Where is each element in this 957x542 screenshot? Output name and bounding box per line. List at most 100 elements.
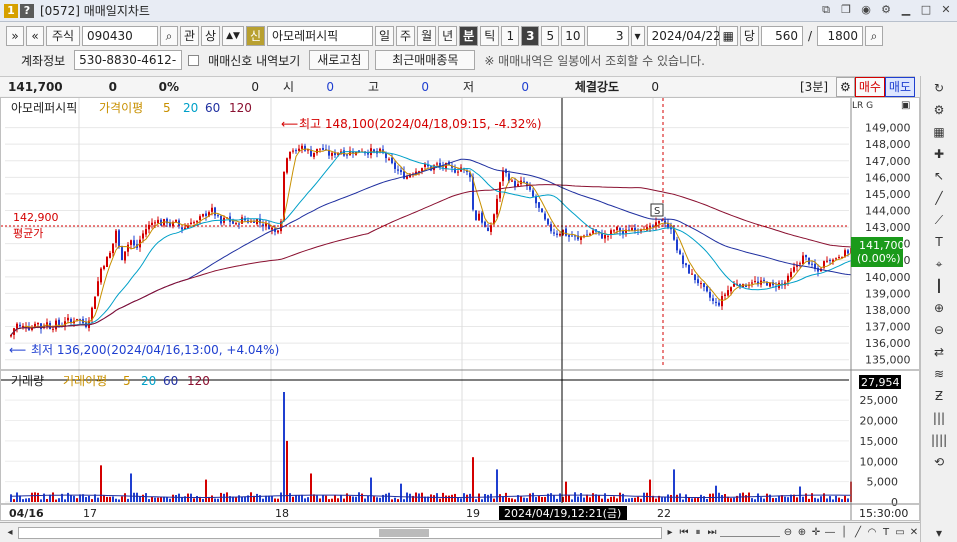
account-select[interactable]: 530-8830-4612- (74, 50, 183, 70)
draw-hline-icon[interactable]: ― (824, 526, 836, 540)
pattern-icon[interactable]: ≋ (931, 366, 947, 383)
indicator-icon[interactable]: ▦ (931, 124, 947, 141)
pause-icon[interactable]: ⏸ (692, 526, 704, 540)
zoom-out-small-icon[interactable]: ⊖ (782, 526, 794, 540)
interval-10[interactable]: 10 (561, 26, 585, 46)
candle-body (127, 244, 129, 252)
search-icon[interactable]: ⌕ (160, 26, 178, 46)
draw-vline-icon[interactable]: │ (838, 526, 850, 540)
sell-button[interactable]: 매도 (884, 76, 915, 97)
trendline-icon[interactable]: ╱ (931, 190, 947, 207)
bars-icon[interactable]: ||| (931, 410, 947, 427)
volume-bar (97, 497, 99, 502)
gear-icon[interactable]: ⚙ (931, 102, 947, 119)
volume-bar (13, 499, 15, 502)
low-label: 저 (462, 80, 474, 94)
buy-button[interactable]: 매수 (854, 76, 885, 97)
visible-count-input[interactable]: 560 (760, 26, 803, 46)
period-minute[interactable]: 분 (459, 26, 479, 46)
watchlist-button[interactable]: 관 (180, 26, 200, 46)
zoom-in-small-icon[interactable]: ⊕ (796, 526, 808, 540)
zoom-in-icon[interactable]: ⊕ (931, 300, 947, 317)
horizontal-scrollbar[interactable] (18, 526, 662, 539)
chart-area[interactable]: 149,000 148,000 147,000 146,000 145,000 144,0… (0, 97, 920, 521)
chevron-down-icon[interactable]: ▾ (630, 26, 645, 46)
volume-bar (682, 499, 684, 502)
compare-icon[interactable]: ⇄ (931, 344, 947, 361)
date-input[interactable]: 2024/04/22 (646, 26, 721, 46)
help-icon[interactable]: ? (20, 3, 34, 18)
scroll-left-icon[interactable]: ◂ (4, 526, 16, 540)
price-tick-label: 143,000 (865, 221, 911, 234)
chart-svg[interactable]: 149,000 148,000 147,000 146,000 145,000 144,0… (1, 98, 919, 520)
volume-bar (133, 492, 135, 502)
volume-bar (598, 495, 600, 502)
zoom-slider[interactable] (720, 529, 780, 537)
refresh-icon[interactable]: ↻ (931, 80, 947, 97)
avg-price-value: 142,900 (13, 211, 59, 224)
columns-icon[interactable]: |||| (931, 432, 947, 449)
x-tick-label: 18 (275, 507, 289, 520)
pane-maximize-icon[interactable]: ▣ (901, 100, 910, 111)
first-page-icon[interactable]: ⏮ (678, 526, 690, 540)
scale-options-icon[interactable]: LR G (852, 101, 873, 111)
maximize-icon[interactable]: □ (919, 3, 933, 17)
expand-icon[interactable]: » (6, 26, 24, 46)
copy-icon[interactable]: ❐ (839, 3, 853, 17)
collapse-icon[interactable]: « (26, 26, 44, 46)
signal-checkbox[interactable] (188, 54, 200, 66)
draw-rect-icon[interactable]: ▭ (894, 526, 906, 540)
minimize-icon[interactable]: ▁ (899, 3, 913, 17)
zoom-search-icon[interactable]: ⌕ (865, 26, 884, 46)
scrollbar-thumb[interactable] (379, 528, 429, 537)
scroll-right-icon[interactable]: ▸ (664, 526, 676, 540)
refresh-button[interactable]: 새로고침 (309, 50, 370, 70)
interval-5[interactable]: 5 (541, 26, 560, 46)
volume-bar (238, 495, 240, 502)
period-tick[interactable]: 틱 (480, 26, 500, 46)
related-button[interactable]: 상 (201, 26, 221, 46)
reset-icon[interactable]: ⟲ (931, 454, 947, 471)
interval-3[interactable]: 3 (521, 26, 540, 46)
today-button[interactable]: 당 (739, 26, 759, 46)
period-week[interactable]: 주 (396, 26, 416, 46)
cursor-icon[interactable]: ↖ (931, 168, 947, 185)
magnet-icon[interactable]: ⌖ (931, 256, 947, 273)
stock-code-input[interactable]: 090430 (82, 26, 158, 46)
draw-cross-icon[interactable]: ✛ (810, 526, 822, 540)
candle-body (394, 162, 396, 169)
candle-type-icon[interactable]: ┃ (931, 278, 947, 295)
chart-settings-icon[interactable]: ⚙ (836, 76, 855, 97)
candle-body (109, 252, 111, 258)
interval-1[interactable]: 1 (501, 26, 520, 46)
calendar-icon[interactable]: ▦ (718, 26, 738, 46)
auto-line-icon[interactable]: ⟋ (931, 212, 947, 229)
total-count-input[interactable]: 1800 (817, 26, 864, 46)
period-month[interactable]: 월 (417, 26, 437, 46)
high-annotation: 최고 148,100(2024/04/18,09:15, -4.32%) (299, 117, 542, 131)
volume-bar (370, 477, 372, 502)
zigzag-icon[interactable]: Ƶ (931, 388, 947, 405)
volume-bar (643, 492, 645, 502)
camera-icon[interactable]: ◉ (859, 3, 873, 17)
period-day[interactable]: 일 (374, 26, 395, 46)
draw-text-icon[interactable]: T (880, 526, 892, 540)
market-select[interactable]: 주식 (46, 26, 80, 46)
candle-body (100, 268, 102, 283)
draw-arc-icon[interactable]: ◠ (866, 526, 878, 540)
recent-stocks-button[interactable]: 최근매매종목 (375, 50, 476, 70)
draw-delete-icon[interactable]: ✕ (908, 526, 920, 540)
draw-trend-icon[interactable]: ╱ (852, 526, 864, 540)
link-icon[interactable]: ⧉ (819, 3, 833, 17)
text-tool-icon[interactable]: T (931, 234, 947, 251)
zoom-out-icon[interactable]: ⊖ (931, 322, 947, 339)
last-page-icon[interactable]: ⏭ (706, 526, 718, 540)
scroll-down-icon[interactable]: ▾ (931, 525, 947, 542)
interval-input[interactable]: 3 (586, 26, 629, 46)
volume-bar (799, 486, 801, 502)
stepper-icon[interactable]: ▲▼ (222, 26, 244, 46)
settings-icon[interactable]: ⚙ (879, 3, 893, 17)
close-icon[interactable]: ✕ (939, 3, 953, 17)
crosshair-icon[interactable]: ✚ (931, 146, 947, 163)
period-year[interactable]: 년 (438, 26, 458, 46)
